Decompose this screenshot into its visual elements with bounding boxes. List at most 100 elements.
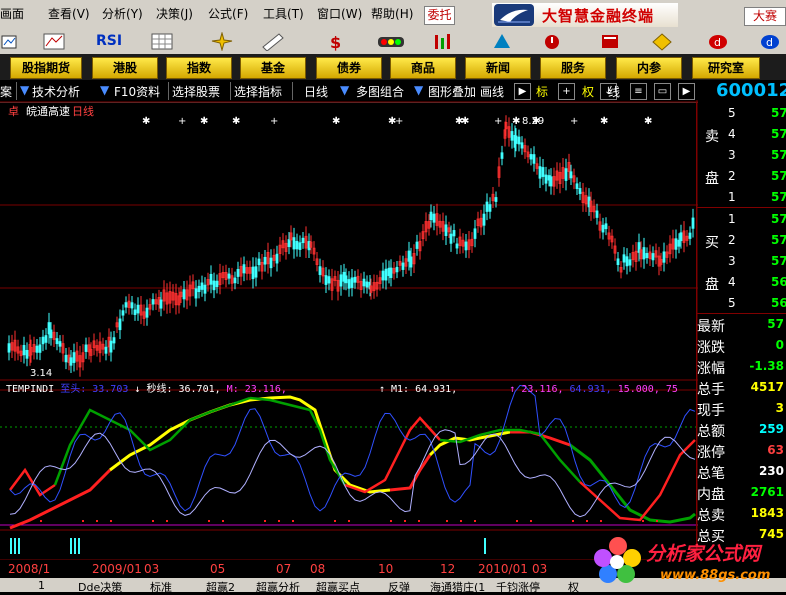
ruler-icon[interactable]	[260, 32, 284, 52]
watermark-url: www.88gs.com	[660, 568, 771, 583]
sell-price: 57	[771, 106, 786, 120]
nav-commodity[interactable]: 商品	[390, 57, 456, 79]
indicator-value: ↑ 23.116,	[509, 384, 564, 395]
sell-price: 57	[771, 169, 786, 183]
svg-text:d: d	[714, 36, 721, 49]
list-icon[interactable]: ≡	[630, 83, 647, 100]
nav-futures[interactable]: 股指期货	[10, 57, 82, 79]
menu-decision[interactable]: 决策(J)	[156, 5, 193, 22]
high-price-label: 8.29	[522, 116, 545, 127]
tab-overlay[interactable]: 图形叠加	[428, 83, 476, 100]
tab-select-indicator[interactable]: 选择指标	[234, 83, 282, 100]
stock-code: 600012	[716, 80, 786, 101]
tab-arrow-icon: ▼	[100, 83, 110, 97]
menu-screen[interactable]: 画面	[0, 5, 24, 22]
chart-icon[interactable]	[0, 32, 24, 51]
rsi-icon[interactable]: RSI	[96, 32, 126, 51]
quote-value: 230	[758, 464, 784, 478]
trade-button[interactable]: 委托	[424, 6, 455, 25]
play-icon[interactable]: ▶	[514, 83, 531, 100]
tab-line[interactable]: 线	[608, 83, 620, 100]
graph-icon[interactable]	[42, 32, 66, 51]
chart-period: 日线	[72, 105, 94, 118]
grid-icon[interactable]	[150, 32, 174, 51]
sell-label: 盘	[705, 171, 719, 187]
indicator-tab[interactable]: 超赢分析	[256, 579, 300, 595]
red-d-icon[interactable]: d	[706, 32, 730, 51]
menu-view[interactable]: 查看(V)	[48, 5, 90, 22]
tab-arrow-icon: ▼	[414, 83, 424, 97]
traffic-light-icon[interactable]	[376, 32, 406, 51]
indicator-legend: TEMPINDI 至头: 33.703 ↓ 秒线: 36.701, M: 23.…	[6, 380, 678, 395]
sell-orders: 卖 盘 5 4 3 2 1 57 57 57 57 57	[697, 102, 786, 208]
quote-value: 2761	[750, 485, 784, 499]
quote-label: 涨跌	[697, 340, 725, 356]
nav-service[interactable]: 服务	[540, 57, 606, 79]
tab-multi-chart[interactable]: 多图组合	[356, 83, 404, 100]
contest-button[interactable]: 大赛	[744, 7, 786, 26]
indicator-tab[interactable]: 权	[568, 579, 579, 595]
nav-index[interactable]: 指数	[166, 57, 232, 79]
indicator-tab[interactable]: 标准	[150, 579, 172, 595]
menu-window[interactable]: 窗口(W)	[317, 5, 362, 22]
indicator-tab[interactable]: 超赢买点	[316, 579, 360, 595]
target-icon[interactable]	[210, 31, 234, 52]
book-icon[interactable]	[598, 32, 622, 51]
svg-text:✱: ✱	[200, 116, 208, 127]
rocket-icon[interactable]	[490, 32, 514, 51]
diamond-icon[interactable]	[650, 32, 674, 51]
quote-label: 总卖	[697, 508, 725, 524]
tab-case[interactable]: 案	[0, 83, 12, 100]
next-icon[interactable]: ▶	[678, 83, 695, 100]
quote-label: 现手	[697, 403, 725, 419]
buy-price: 57	[771, 233, 786, 247]
indicator-tab[interactable]: Dde决策	[78, 579, 122, 595]
tab-select-stock[interactable]: 选择股票	[172, 83, 220, 100]
indicator-tab[interactable]: 海通猎庄(1	[430, 579, 485, 595]
crosshair-icon[interactable]: +	[558, 83, 575, 100]
bars-icon[interactable]	[432, 32, 456, 51]
tab-tech-analysis[interactable]: 技术分析	[32, 83, 80, 100]
tab-rights[interactable]: 权	[582, 83, 594, 100]
menu-help[interactable]: 帮助(H)	[371, 5, 413, 22]
sell-level: 4	[728, 127, 736, 141]
blue-d-icon[interactable]: d	[758, 32, 782, 51]
nav-hk-stocks[interactable]: 港股	[92, 57, 158, 79]
indicator-tab[interactable]: 反弹	[388, 579, 410, 595]
nav-news[interactable]: 新闻	[465, 57, 531, 79]
buy-level: 4	[728, 275, 736, 289]
alert-icon[interactable]	[540, 32, 564, 51]
toolbar: RSI $ d d	[0, 29, 786, 55]
tab-daily[interactable]: 日线	[304, 83, 328, 100]
svg-text:✱: ✱	[461, 116, 469, 127]
date-label: 2008/1	[8, 562, 51, 576]
tab-arrow-icon: ▼	[20, 83, 30, 97]
tab-mark[interactable]: 标	[536, 83, 548, 100]
window-icon[interactable]: ▭	[654, 83, 671, 100]
quote-label: 涨停	[697, 445, 725, 461]
flower-logo-icon	[594, 537, 641, 583]
menu-analysis[interactable]: 分析(Y)	[102, 5, 143, 22]
svg-text:✱: ✱	[644, 116, 652, 127]
indicator-tab[interactable]: 千钧涨停	[496, 579, 540, 595]
menu-tools[interactable]: 工具(T)	[263, 5, 304, 22]
nav-research[interactable]: 研究室	[692, 57, 760, 79]
nav-fund[interactable]: 基金	[240, 57, 306, 79]
low-price-label: 3.14	[30, 368, 53, 379]
indicator-tab[interactable]: 1	[38, 579, 45, 592]
nav-bonds[interactable]: 债券	[316, 57, 382, 79]
svg-text:✱: ✱	[142, 116, 150, 127]
menu-formula[interactable]: 公式(F)	[208, 5, 248, 22]
sell-level: 1	[728, 190, 736, 204]
quote-label: 最新	[697, 319, 725, 335]
money-icon[interactable]: $	[324, 32, 348, 52]
tab-f10[interactable]: F10资料	[114, 83, 160, 100]
tab-draw[interactable]: 画线	[480, 83, 504, 100]
indicator-tab[interactable]: 超赢2	[206, 579, 235, 595]
svg-text:+: +	[178, 116, 186, 127]
quote-label: 涨幅	[697, 361, 725, 377]
quote-label: 总笔	[697, 466, 725, 482]
svg-text:+: +	[570, 116, 578, 127]
svg-text:✱: ✱	[332, 116, 340, 127]
nav-inside[interactable]: 内参	[616, 57, 682, 79]
